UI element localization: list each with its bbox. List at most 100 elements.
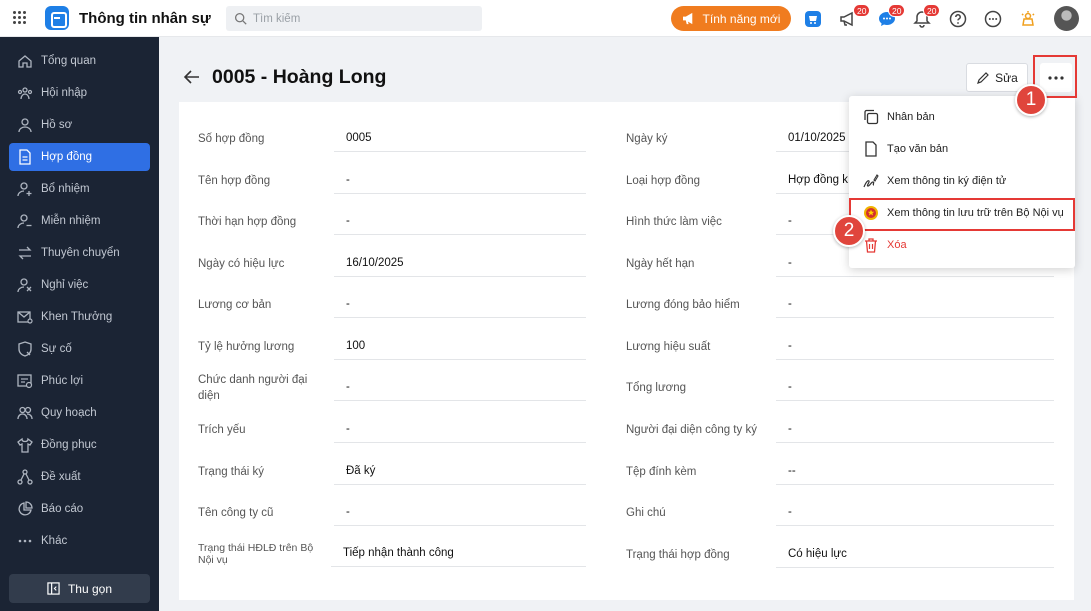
menu-item-label: Tạo văn bản <box>887 143 949 155</box>
sidebar-item-quy-hoach[interactable]: Quy hoạch <box>9 399 150 427</box>
sidebar-item-label: Miễn nhiệm <box>41 215 101 227</box>
sidebar-item-label: Sự cố <box>41 343 72 355</box>
menu-item-label: Nhân bản <box>887 111 935 123</box>
group-icon <box>17 406 33 420</box>
app-logo <box>45 6 69 30</box>
benefit-icon <box>17 374 33 389</box>
edit-button[interactable]: Sửa <box>966 63 1028 92</box>
step-marker-1: 1 <box>1015 84 1047 116</box>
sidebar-item-bo-nhiem[interactable]: Bổ nhiệm <box>9 175 150 203</box>
field-label: Lương hiệu suất <box>626 341 711 353</box>
new-feature-label: Tính năng mới <box>702 11 781 26</box>
field-value: Có hiệu lực <box>776 540 1054 568</box>
highlight-ministry-storage-item <box>849 198 1075 231</box>
announcement-badge: 20 <box>853 4 871 17</box>
help-button[interactable] <box>948 9 968 29</box>
field-label: Người đại diện công ty ký <box>626 424 757 436</box>
sidebar-item-label: Hội nhập <box>41 87 88 99</box>
sidebar-item-label: Khác <box>41 535 68 547</box>
more-options-menu: Nhân bản Tạo văn bản Xem thông tin ký đi… <box>849 96 1075 268</box>
search-box[interactable] <box>226 6 482 31</box>
field-label: Tỷ lệ hưởng lương <box>198 341 295 353</box>
field-value: Đã ký <box>334 457 586 485</box>
cart-app-icon[interactable] <box>803 9 823 29</box>
top-bar: Thông tin nhân sự Tính năng mới 20 20 20 <box>0 0 1091 37</box>
pie-chart-icon <box>18 501 33 516</box>
sidebar-item-label: Thuyên chuyển <box>41 247 120 259</box>
field-label: Trích yếu <box>198 424 246 436</box>
back-arrow-icon[interactable] <box>183 68 201 86</box>
notification-badge: 20 <box>923 4 941 17</box>
sidebar-item-bao-cao[interactable]: Báo cáo <box>9 495 150 523</box>
help-icon <box>949 10 967 28</box>
megaphone-icon <box>682 12 692 25</box>
sidebar-item-nghi-viec[interactable]: Nghỉ việc <box>9 271 150 299</box>
field-value: - <box>334 373 586 401</box>
avatar[interactable] <box>1054 6 1079 31</box>
menu-item-delete[interactable]: Xóa <box>849 230 1075 260</box>
more-apps-button[interactable] <box>983 9 1003 29</box>
more-icon <box>18 539 32 543</box>
field-label: Ngày ký <box>626 133 668 145</box>
signature-icon <box>863 174 879 188</box>
field-value: 0005 <box>334 124 586 152</box>
sidebar-item-su-co[interactable]: Sự cố <box>9 335 150 363</box>
chat-badge: 20 <box>888 4 906 17</box>
sidebar-item-label: Đề xuất <box>41 471 81 483</box>
search-icon <box>234 12 247 25</box>
edit-label: Sửa <box>995 70 1018 85</box>
search-input[interactable] <box>253 12 473 25</box>
lamp-icon <box>1021 11 1035 26</box>
new-feature-button[interactable]: Tính năng mới <box>671 6 791 31</box>
field-label: Ngày hết hạn <box>626 258 695 270</box>
document-icon <box>19 149 31 165</box>
field-value: 100 <box>334 332 586 360</box>
trash-icon <box>865 238 877 253</box>
sidebar-item-hop-dong[interactable]: Hợp đồng <box>9 143 150 171</box>
field-value: - <box>334 498 586 526</box>
sidebar-item-tong-quan[interactable]: Tổng quan <box>9 47 150 75</box>
team-icon <box>17 87 33 100</box>
transfer-icon <box>18 246 32 260</box>
field-label: Trạng thái HĐLĐ trên Bộ Nội vụ <box>198 542 314 566</box>
field-label: Tên hợp đồng <box>198 175 271 187</box>
sidebar-item-label: Khen Thưởng <box>41 311 113 323</box>
collapse-label: Thu gọn <box>67 581 113 596</box>
sidebar-item-hoi-nhap[interactable]: Hội nhập <box>9 79 150 107</box>
sidebar-item-khac[interactable]: Khác <box>9 527 150 555</box>
sidebar-item-thuyen-chuyen[interactable]: Thuyên chuyển <box>9 239 150 267</box>
sidebar-item-label: Nghỉ việc <box>41 279 89 291</box>
menu-item-label: Xóa <box>887 239 907 251</box>
field-value: - <box>776 290 1054 318</box>
collapse-icon <box>47 582 60 595</box>
field-value: - <box>776 498 1054 526</box>
menu-item-create-document[interactable]: Tạo văn bản <box>849 134 1075 164</box>
menu-item-label: Xem thông tin ký điện tử <box>887 175 1007 187</box>
flow-icon <box>17 469 33 485</box>
cart-icon <box>805 11 821 27</box>
sidebar-item-phuc-loi[interactable]: Phúc lợi <box>9 367 150 395</box>
sidebar-item-de-xuat[interactable]: Đề xuất <box>9 463 150 491</box>
field-value: - <box>776 415 1054 443</box>
collapse-sidebar-button[interactable]: Thu gọn <box>9 574 150 603</box>
field-label: Tên công ty cũ <box>198 507 274 519</box>
sidebar-item-label: Hợp đồng <box>41 151 93 163</box>
sidebar-item-label: Đồng phục <box>41 439 97 451</box>
sidebar-item-ho-so[interactable]: Hồ sơ <box>9 111 150 139</box>
shirt-icon <box>17 437 33 453</box>
page-title: 0005 - Hoàng Long <box>212 66 387 88</box>
field-label: Trạng thái ký <box>198 466 265 478</box>
sidebar-item-mien-nhiem[interactable]: Miễn nhiệm <box>9 207 150 235</box>
menu-item-view-esignature[interactable]: Xem thông tin ký điện tử <box>849 166 1075 196</box>
field-value: - <box>334 166 586 194</box>
user-leave-icon <box>17 278 32 293</box>
sidebar-item-dong-phuc[interactable]: Đồng phục <box>9 431 150 459</box>
sidebar-item-label: Hồ sơ <box>41 119 73 131</box>
sidebar-item-khen-thuong[interactable]: Khen Thưởng <box>9 303 150 331</box>
field-value: - <box>776 332 1054 360</box>
apps-grid-icon[interactable] <box>13 11 27 25</box>
theme-button[interactable] <box>1018 9 1038 29</box>
field-label: Hình thức làm việc <box>626 216 722 228</box>
shield-alert-icon <box>18 341 32 357</box>
sidebar-item-label: Quy hoạch <box>41 407 97 419</box>
